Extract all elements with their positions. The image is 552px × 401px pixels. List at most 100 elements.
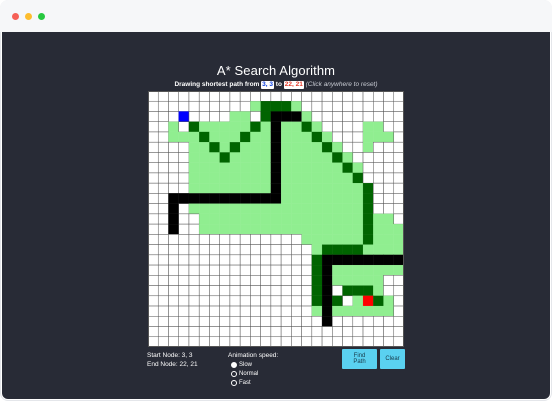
grid-cell-empty[interactable]: [188, 275, 200, 286]
grid-cell-empty[interactable]: [393, 203, 404, 215]
grid-cell-visited[interactable]: [352, 193, 364, 204]
grid-cell-empty[interactable]: [168, 234, 179, 245]
grid-cell-visited[interactable]: [373, 285, 384, 296]
grid-cell-empty[interactable]: [198, 336, 210, 347]
grid-cell-empty[interactable]: [280, 91, 292, 102]
grid-cell-empty[interactable]: [260, 295, 272, 307]
grid-cell-empty[interactable]: [342, 336, 354, 347]
grid-cell-visited[interactable]: [270, 203, 282, 214]
grid-cell-empty[interactable]: [332, 131, 343, 143]
grid-cell-empty[interactable]: [148, 326, 159, 338]
grid-cell-empty[interactable]: [291, 326, 302, 338]
grid-cell-empty[interactable]: [209, 111, 220, 122]
grid-cell-empty[interactable]: [332, 100, 343, 112]
grid-cell-empty[interactable]: [393, 275, 404, 286]
grid-cell-visited[interactable]: [362, 275, 374, 286]
grid-cell-empty[interactable]: [198, 111, 210, 122]
grid-cell-wall[interactable]: [270, 152, 282, 163]
grid-cell-empty[interactable]: [219, 234, 231, 245]
grid-cell-empty[interactable]: [178, 336, 190, 347]
grid-cell-empty[interactable]: [291, 244, 302, 256]
grid-cell-empty[interactable]: [383, 172, 395, 184]
grid-cell-empty[interactable]: [148, 264, 159, 276]
grid-cell-empty[interactable]: [198, 275, 210, 286]
grid-cell-empty[interactable]: [373, 91, 384, 102]
grid-cell-empty[interactable]: [168, 182, 179, 194]
grid-cell-visited[interactable]: [301, 234, 312, 245]
grid-cell-visited[interactable]: [219, 142, 231, 153]
grid-cell-empty[interactable]: [270, 91, 282, 102]
grid-cell-empty[interactable]: [270, 336, 282, 347]
grid-cell-empty[interactable]: [168, 152, 179, 163]
grid-cell-empty[interactable]: [219, 275, 231, 286]
grid-cell-visited[interactable]: [301, 172, 312, 184]
grid-cell-empty[interactable]: [148, 121, 159, 133]
speed-option-normal[interactable]: Normal: [231, 369, 278, 378]
grid-cell-path[interactable]: [260, 101, 271, 112]
grid-cell-empty[interactable]: [383, 275, 395, 286]
grid-cell-visited[interactable]: [260, 213, 271, 225]
grid-cell-empty[interactable]: [270, 244, 282, 256]
grid-cell-visited[interactable]: [332, 275, 343, 286]
grid-cell-empty[interactable]: [178, 141, 190, 153]
grid-cell-empty[interactable]: [352, 91, 364, 102]
grid-cell-wall[interactable]: [270, 162, 282, 174]
grid-cell-path[interactable]: [281, 101, 292, 112]
grid-cell-empty[interactable]: [393, 141, 404, 153]
grid-cell-visited[interactable]: [321, 183, 333, 194]
grid-cell-visited[interactable]: [332, 203, 343, 214]
grid-cell-visited[interactable]: [291, 162, 302, 174]
grid-cell-empty[interactable]: [198, 100, 210, 112]
grid-cell-empty[interactable]: [157, 336, 169, 347]
grid-cell-path[interactable]: [301, 121, 312, 133]
grid-cell-empty[interactable]: [157, 172, 169, 184]
grid-cell-empty[interactable]: [229, 234, 241, 245]
grid-cell-visited[interactable]: [178, 131, 190, 143]
grid-cell-empty[interactable]: [239, 264, 251, 276]
grid-cell-visited[interactable]: [281, 152, 292, 163]
grid-cell-visited[interactable]: [383, 131, 394, 143]
grid-cell-empty[interactable]: [291, 316, 302, 327]
grid-cell-empty[interactable]: [168, 91, 179, 102]
grid-cell-visited[interactable]: [373, 264, 384, 276]
grid-cell-empty[interactable]: [250, 316, 261, 327]
grid-cell-empty[interactable]: [383, 326, 395, 338]
grid-cell-visited[interactable]: [332, 142, 343, 153]
grid-cell-empty[interactable]: [178, 203, 190, 215]
grid-cell-empty[interactable]: [178, 91, 190, 102]
grid-cell-empty[interactable]: [198, 285, 210, 297]
grid-cell-visited[interactable]: [352, 203, 364, 214]
grid-cell-empty[interactable]: [352, 326, 364, 338]
grid-cell-empty[interactable]: [157, 162, 169, 174]
grid-cell-empty[interactable]: [178, 100, 190, 112]
grid-cell-empty[interactable]: [168, 254, 179, 266]
grid-cell-empty[interactable]: [280, 264, 292, 276]
grid-cell-visited[interactable]: [291, 224, 302, 235]
grid-cell-empty[interactable]: [188, 100, 200, 112]
grid-cell-empty[interactable]: [291, 234, 302, 245]
grid-cell-empty[interactable]: [393, 285, 404, 297]
grid-cell-empty[interactable]: [188, 91, 200, 102]
grid-cell-path[interactable]: [311, 275, 323, 286]
grid-cell-visited[interactable]: [332, 172, 343, 184]
grid-cell-empty[interactable]: [393, 162, 404, 174]
grid-cell-visited[interactable]: [311, 121, 323, 133]
grid-cell-visited[interactable]: [352, 162, 364, 174]
grid-cell-empty[interactable]: [229, 254, 241, 266]
grid-cell-visited[interactable]: [199, 224, 210, 235]
grid-cell-visited[interactable]: [393, 244, 404, 255]
grid-cell-wall[interactable]: [321, 254, 333, 266]
grid-cell-visited[interactable]: [250, 142, 261, 153]
grid-cell-empty[interactable]: [157, 182, 169, 194]
grid-cell-empty[interactable]: [352, 336, 364, 347]
grid-cell-empty[interactable]: [362, 316, 374, 327]
grid-cell-wall[interactable]: [332, 254, 343, 266]
grid-cell-empty[interactable]: [291, 336, 302, 347]
grid-cell-empty[interactable]: [157, 141, 169, 153]
grid-cell-empty[interactable]: [198, 91, 210, 102]
grid-cell-empty[interactable]: [178, 285, 190, 297]
grid-cell-visited[interactable]: [209, 203, 220, 214]
grid-cell-empty[interactable]: [383, 91, 395, 102]
grid-cell-wall[interactable]: [291, 111, 302, 122]
grid-cell-visited[interactable]: [188, 131, 200, 143]
